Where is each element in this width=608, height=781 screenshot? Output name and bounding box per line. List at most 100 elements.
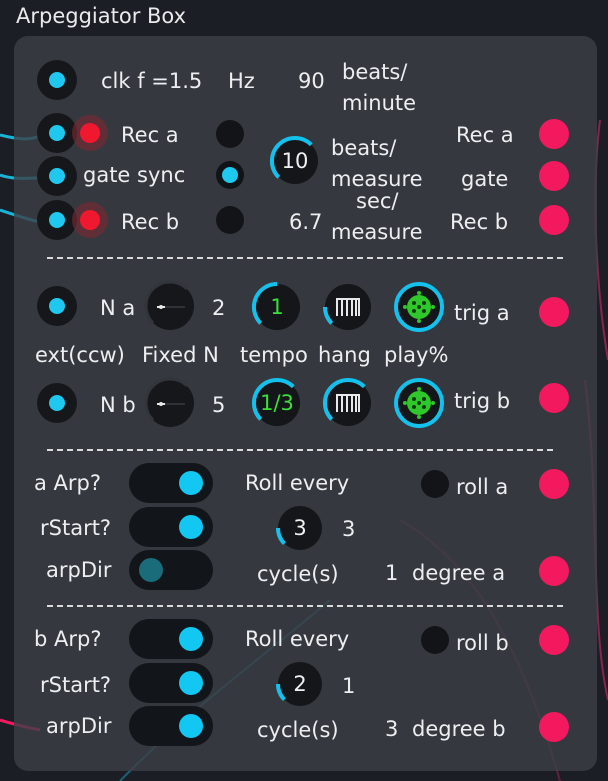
trig-a-output-port[interactable] — [539, 297, 569, 327]
trig-b-label: trig b — [454, 389, 511, 413]
roll-a-output-port[interactable] — [539, 469, 569, 499]
n-a-input-port[interactable] — [37, 286, 77, 326]
port-dot — [49, 298, 65, 314]
seconds-per-measure-line2: measure — [331, 220, 423, 244]
n-a-knob[interactable] — [143, 279, 197, 333]
dice-icon — [394, 378, 444, 428]
roll-every-a-label: Roll every — [245, 471, 350, 495]
divider — [47, 449, 553, 451]
beats-per-measure-knob[interactable]: 10 — [268, 134, 322, 188]
gate-output-label: gate — [461, 167, 509, 191]
roll-b-led[interactable] — [421, 626, 449, 654]
play-percent-a-knob[interactable] — [392, 280, 446, 334]
arp-a-label: a Arp? — [34, 471, 102, 495]
seconds-value: 6.7 — [289, 210, 323, 234]
degree-b-output-port[interactable] — [539, 712, 569, 742]
cycle-b-value: 2 — [293, 672, 307, 696]
seconds-per-measure-line1: sec/ — [356, 189, 399, 213]
rec-dot — [80, 123, 100, 143]
trig-b-output-port[interactable] — [539, 383, 569, 413]
trig-a-label: trig a — [454, 301, 510, 325]
gate-sync-label: gate sync — [83, 163, 186, 187]
rstart-b-label: rStart? — [40, 673, 112, 697]
gate-sync-led[interactable] — [216, 161, 244, 189]
tempo-a-knob[interactable]: 1 — [250, 280, 304, 334]
divider — [47, 257, 563, 259]
hang-b-knob[interactable] — [321, 376, 375, 430]
roll-every-b-label: Roll every — [245, 627, 350, 651]
toggle-knob — [139, 558, 163, 582]
rec-dot — [80, 210, 100, 230]
hang-icon — [322, 284, 371, 330]
port-dot — [49, 168, 65, 184]
arpdir-b-toggle[interactable] — [129, 706, 213, 746]
dice-icon — [394, 282, 444, 332]
roll-b-output-port[interactable] — [539, 625, 569, 655]
toggle-knob — [179, 515, 203, 539]
arp-b-label: b Arp? — [34, 627, 102, 651]
arp-a-toggle[interactable] — [129, 463, 213, 503]
beats-per-measure-line1: beats/ — [331, 136, 397, 160]
rec-b-led[interactable] — [216, 206, 244, 234]
toggle-knob — [179, 671, 203, 695]
clock-frequency-label: clk f =1.5 — [101, 69, 203, 93]
bpm-value: 90 — [298, 69, 325, 93]
play-percent-b-knob[interactable] — [392, 376, 446, 430]
n-a-label: N a — [100, 296, 136, 320]
knob-value: 10 — [281, 149, 309, 173]
rec-a-input-port[interactable] — [37, 113, 77, 153]
n-b-label: N b — [100, 393, 136, 417]
clock-input-port[interactable] — [37, 60, 77, 100]
fixed-n-header: Fixed N — [142, 343, 219, 367]
degree-a-value: 1 — [385, 561, 399, 585]
toggle-knob — [179, 627, 203, 651]
gate-input-port[interactable] — [37, 156, 77, 196]
arpdir-b-label: arpDir — [46, 714, 112, 738]
rec-b-input-port[interactable] — [37, 200, 77, 240]
cycle-a-extra: 3 — [342, 517, 356, 541]
degree-a-output-port[interactable] — [539, 556, 569, 586]
bpm-unit-line1: beats/ — [342, 60, 408, 84]
tempo-b-knob[interactable]: 1/3 — [250, 376, 304, 430]
rec-b-output-port[interactable] — [539, 205, 569, 235]
arp-b-toggle[interactable] — [129, 619, 213, 659]
rec-a-indicator — [72, 115, 108, 151]
n-a-value: 2 — [212, 296, 226, 320]
rstart-a-toggle[interactable] — [129, 507, 213, 547]
cycle-a-value: 3 — [293, 516, 307, 540]
gate-output-port[interactable] — [539, 161, 569, 191]
knob-ring — [144, 377, 194, 427]
roll-a-led[interactable] — [421, 470, 449, 498]
play-percent-header: play% — [384, 343, 449, 367]
ext-header: ext(ccw) — [35, 343, 125, 367]
cycle-b-knob[interactable]: 2 — [274, 658, 326, 710]
degree-b-value: 3 — [385, 717, 399, 741]
knob-ring — [144, 280, 194, 330]
rec-a-output-port[interactable] — [539, 119, 569, 149]
tempo-a-value: 1 — [270, 295, 284, 319]
degree-a-label: degree a — [412, 561, 506, 585]
rec-a-led[interactable] — [216, 120, 244, 148]
n-b-knob[interactable] — [143, 376, 197, 430]
bpm-unit-line2: minute — [342, 91, 417, 115]
cycles-b-label: cycle(s) — [257, 718, 339, 742]
hang-a-knob[interactable] — [321, 280, 375, 334]
rstart-b-toggle[interactable] — [129, 663, 213, 703]
cycles-a-label: cycle(s) — [257, 562, 339, 586]
port-dot — [49, 212, 65, 228]
port-dot — [49, 72, 65, 88]
degree-b-label: degree b — [412, 717, 506, 741]
rec-b-label: Rec b — [121, 210, 180, 234]
arpdir-a-toggle[interactable] — [129, 550, 213, 590]
hang-icon — [322, 377, 371, 426]
cycle-a-knob[interactable]: 3 — [274, 502, 326, 554]
rec-a-label: Rec a — [121, 123, 179, 147]
tempo-header: tempo — [240, 343, 308, 367]
divider — [47, 605, 563, 607]
n-b-input-port[interactable] — [37, 383, 77, 423]
port-dot — [49, 125, 65, 141]
app-title: Arpeggiator Box — [16, 4, 187, 28]
rec-b-output-label: Rec b — [450, 210, 509, 234]
roll-a-label: roll a — [456, 475, 509, 499]
toggle-knob — [179, 714, 203, 738]
